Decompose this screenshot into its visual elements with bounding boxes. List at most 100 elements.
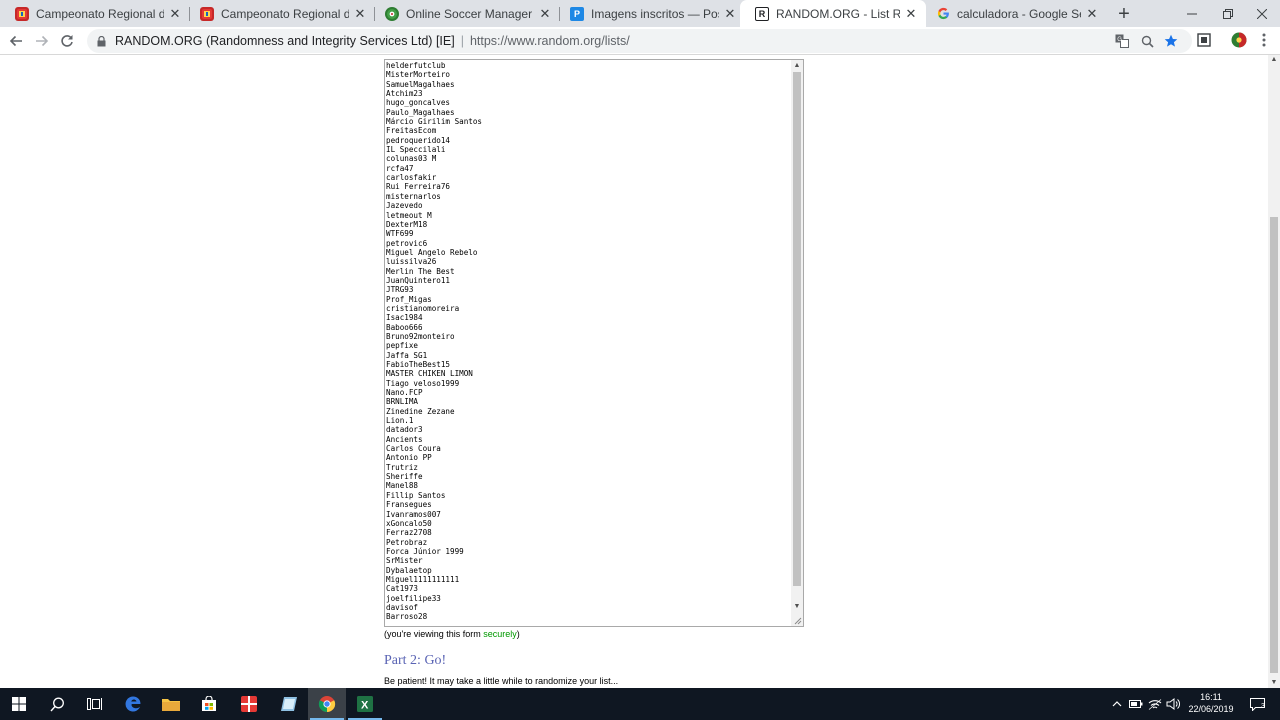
svg-text:X: X [361, 700, 369, 712]
excel-taskbar-button[interactable]: X [346, 688, 384, 720]
minimize-button[interactable] [1174, 0, 1210, 27]
battery-icon[interactable] [1128, 688, 1144, 720]
notepad-taskbar-button[interactable] [270, 688, 308, 720]
search-button[interactable] [38, 688, 76, 720]
list-entry: Márcio Girilim Santos [386, 117, 483, 127]
list-entry: Bruno92monteiro [386, 331, 455, 341]
close-tab-icon[interactable]: ✕ [538, 6, 552, 21]
list-entry: Atchim23 [386, 89, 423, 99]
securely-link[interactable]: securely [483, 629, 517, 639]
postimage-icon: P [570, 6, 584, 21]
page-scroll-up-icon[interactable]: ▲ [1268, 55, 1280, 65]
address-bar[interactable]: RANDOM.ORG (Randomness and Integrity Ser… [87, 29, 1192, 53]
new-tab-button[interactable]: + [1114, 4, 1134, 24]
taskbar-clock[interactable]: 16:11 22/06/2019 [1182, 691, 1240, 715]
list-entry: Merlin The Best [386, 266, 455, 276]
task-view-icon [87, 698, 102, 710]
page-content: helderfutclub MisterMorteiro SamuelMagalha… [0, 55, 1268, 688]
close-window-button[interactable] [1244, 0, 1280, 27]
excel-icon: X [357, 696, 373, 712]
wifi-icon[interactable] [1147, 688, 1163, 720]
list-entry: Paulo_Magalhaes [386, 107, 455, 117]
extension-icon[interactable] [1196, 32, 1212, 48]
volume-icon[interactable] [1165, 688, 1181, 720]
resize-grip-icon[interactable] [793, 616, 802, 625]
list-entry: Tiago veloso1999 [386, 378, 460, 388]
tray-chevron-icon[interactable] [1110, 688, 1124, 720]
osm-icon [385, 6, 399, 21]
close-tab-icon[interactable]: ✕ [1085, 6, 1099, 21]
minimize-icon [1187, 13, 1197, 14]
patience-message: Be patient! It may take a little while t… [384, 676, 619, 686]
profile-avatar-icon[interactable] [1231, 32, 1247, 48]
random-org-icon: R [755, 6, 769, 21]
close-icon [1257, 8, 1267, 19]
list-entry: JTRG93 [386, 285, 414, 295]
list-entry: cristianomoreira [386, 303, 460, 313]
scroll-down-arrow-icon[interactable]: ▼ [791, 601, 803, 612]
zoom-icon[interactable] [1140, 34, 1154, 48]
chrome-taskbar-button[interactable] [308, 688, 346, 720]
forward-button[interactable] [32, 31, 52, 51]
menu-kebab-icon[interactable] [1256, 32, 1272, 48]
list-entry: FabioTheBest15 [386, 360, 451, 369]
scroll-up-arrow-icon[interactable]: ▲ [791, 60, 803, 71]
list-entry: Manel88 [386, 481, 419, 491]
tab-google[interactable]: calculadora - Google Search ✕ [921, 0, 1107, 27]
task-view-button[interactable] [76, 688, 114, 720]
list-entry: Nano.FCP [386, 388, 423, 398]
close-tab-icon[interactable]: ✕ [723, 6, 737, 21]
tab-osm[interactable]: Online Soccer Manager (OSM) - ✕ [370, 0, 560, 27]
gift-app-taskbar-button[interactable] [230, 688, 268, 720]
list-entry: BRNLIMA [386, 397, 419, 407]
list-entries: helderfutclub MisterMorteiro SamuelMagalha… [386, 61, 791, 622]
secure-form-note: (you're viewing this form securely) [384, 629, 520, 639]
textarea-scroll-thumb[interactable] [793, 72, 801, 586]
list-entry: Cat1973 [386, 584, 419, 594]
windows-logo-icon [12, 697, 26, 711]
page-scroll-thumb[interactable] [1270, 217, 1278, 673]
start-button[interactable] [0, 688, 38, 720]
url-text[interactable]: https://www.random.org/lists/ [470, 34, 630, 48]
gift-icon [241, 696, 257, 712]
list-entry: FreitasEcom [386, 126, 437, 136]
close-tab-icon[interactable]: ✕ [353, 6, 367, 21]
list-entry: Baboo666 [386, 322, 423, 332]
close-tab-icon[interactable]: ✕ [904, 6, 918, 21]
list-entry: SrMister [386, 556, 423, 566]
textarea-scrollbar[interactable]: ▲ ▼ [791, 60, 803, 626]
list-entry: MASTER CHIKEN LIMON [386, 369, 473, 379]
edge-taskbar-button[interactable] [114, 688, 152, 720]
back-button[interactable] [6, 31, 26, 51]
close-tab-icon[interactable]: ✕ [168, 6, 182, 21]
restore-icon [1223, 8, 1233, 19]
tab-postimage[interactable]: P Imagens inscritos — Postimage ✕ [555, 0, 745, 27]
part2-heading: Part 2: Go! [384, 653, 447, 668]
lock-icon[interactable] [95, 34, 107, 48]
list-entry: hugo_goncalves [386, 98, 451, 108]
list-entry: Antonio PP [386, 453, 432, 463]
notification-count-badge: 3 [1261, 703, 1265, 710]
list-entry: Carlos Coura [386, 444, 441, 454]
tab-title: calculadora - Google Search [957, 6, 1081, 21]
tab-campeonato-2[interactable]: Campeonato Regional de Portug ✕ [185, 0, 375, 27]
list-entry: Fransegues [386, 500, 432, 510]
tab-title: Campeonato Regional de Portug [36, 6, 164, 21]
page-scroll-down-icon[interactable]: ▼ [1268, 678, 1280, 688]
page-scrollbar[interactable]: ▲ ▼ [1268, 55, 1280, 688]
list-entry: carlosfakir [386, 173, 437, 183]
bookmark-star-icon[interactable] [1164, 34, 1178, 48]
file-explorer-taskbar-button[interactable] [152, 688, 190, 720]
tab-random-org[interactable]: R RANDOM.ORG - List Randomize ✕ [740, 0, 926, 27]
maximize-button[interactable] [1210, 0, 1246, 27]
reload-button[interactable] [57, 31, 77, 51]
translate-icon[interactable]: G [1115, 34, 1129, 48]
list-entry: Isac1984 [386, 313, 423, 323]
list-textarea[interactable]: helderfutclub MisterMorteiro SamuelMagalha… [384, 59, 804, 627]
tab-campeonato-1[interactable]: Campeonato Regional de Portug ✕ [0, 0, 190, 27]
portugal-crest-icon [15, 6, 29, 21]
store-taskbar-button[interactable] [190, 688, 228, 720]
list-entry: datador3 [386, 425, 423, 435]
list-entry: Rui Ferreira76 [386, 182, 451, 192]
list-entry: helderfutclub [386, 61, 446, 70]
